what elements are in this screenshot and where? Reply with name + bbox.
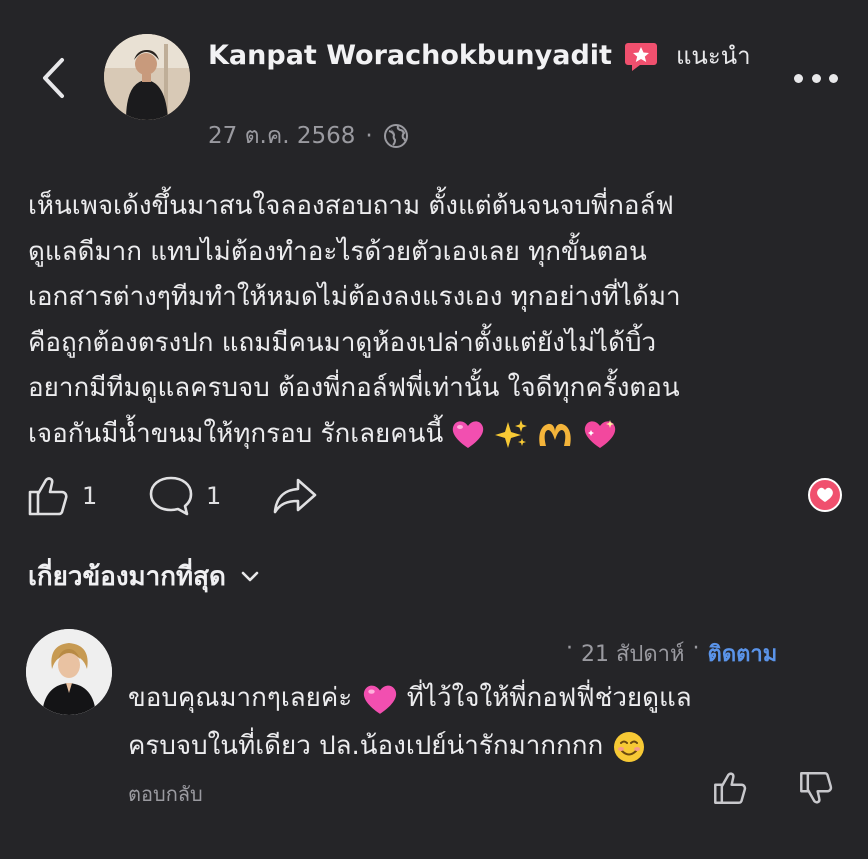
author-avatar[interactable] xyxy=(104,34,190,120)
post-line: เจอกันมีน้ำขนมให้ทุกรอบ รักเลยคนนี้ xyxy=(28,418,444,449)
post-meta: 27 ต.ค. 2568 · xyxy=(208,118,409,154)
pink-heart-icon xyxy=(363,685,396,714)
sparkling-heart-icon xyxy=(585,420,616,448)
share-icon xyxy=(273,478,317,514)
dot-icon xyxy=(794,73,803,83)
comment-meta-separator: · xyxy=(692,636,700,661)
comment-body: ขอบคุณมากๆเลยค่ะ ที่ไว้ใจให้พี่กอฟฟี่ช่ว… xyxy=(128,674,828,770)
chevron-down-icon xyxy=(241,571,259,581)
comment-icon xyxy=(149,476,193,516)
post-actions: 1 1 xyxy=(26,474,846,522)
comment-like-button[interactable] xyxy=(712,770,750,810)
reply-button[interactable]: ตอบกลับ xyxy=(128,778,203,810)
pink-heart-icon xyxy=(453,421,484,448)
thumbs-down-icon xyxy=(800,772,833,804)
like-count: 1 xyxy=(82,482,98,510)
commenter-avatar[interactable] xyxy=(26,629,112,715)
comment-count: 1 xyxy=(206,482,222,510)
post-line: อยากมีทีมดูแลครบจบ ต้องพี่กอล์ฟพี่เท่านั… xyxy=(28,373,680,403)
meta-separator: · xyxy=(365,123,373,149)
post-date[interactable]: 27 ต.ค. 2568 xyxy=(208,118,355,154)
globe-icon xyxy=(383,124,408,148)
comment-text: ขอบคุณมากๆเลยค่ะ xyxy=(128,683,353,713)
commenter-photo xyxy=(26,629,112,715)
thumbs-up-icon xyxy=(714,772,747,804)
chevron-left-icon xyxy=(43,58,64,98)
author-name[interactable]: Kanpat Worachokbunyadit xyxy=(208,40,612,71)
post-line: เห็นเพจเด้งขึ้นมาสนใจลองสอบถาม ตั้งแต่ต้… xyxy=(28,191,674,221)
star-recommend-icon xyxy=(624,42,657,71)
comment-line-2: ครบจบในที่เดียว ปล.น้องเปย์น่ารักมากกกก xyxy=(128,722,828,770)
comment-line-1: ขอบคุณมากๆเลยค่ะ ที่ไว้ใจให้พี่กอฟฟี่ช่ว… xyxy=(128,674,828,722)
post-line: ดูแลดีมาก แทบไม่ต้องทำอะไรด้วยตัวเองเลย … xyxy=(28,236,647,267)
share-button[interactable] xyxy=(272,474,318,518)
author-photo xyxy=(104,34,190,120)
post-line-last: เจอกันมีน้ำขนมให้ทุกรอบ รักเลยคนนี้ xyxy=(28,412,840,458)
comment-text: ครบจบในที่เดียว ปล.น้องเปย์น่ารักมากกกก xyxy=(128,731,604,761)
comment-button[interactable]: 1 xyxy=(148,474,221,518)
comment-meta-prefix: · xyxy=(566,636,573,661)
post-line: คือถูกต้องตรงปก แถมมีคนมาดูห้องเปล่าตั้ง… xyxy=(28,327,657,358)
follow-button[interactable]: ติดตาม xyxy=(708,636,778,671)
comment-text: ที่ไว้ใจให้พี่กอฟฟี่ช่วยดูแล xyxy=(406,683,692,713)
dot-icon xyxy=(811,73,821,83)
back-button[interactable] xyxy=(28,50,78,106)
like-button[interactable]: 1 xyxy=(26,474,97,518)
author-line: Kanpat Worachokbunyadit แนะนำ xyxy=(208,36,751,75)
smiling-face-icon xyxy=(613,731,644,762)
love-reaction-icon[interactable] xyxy=(808,478,842,512)
more-options-button[interactable] xyxy=(794,66,838,90)
heart-icon xyxy=(817,487,833,502)
post-body: เห็นเพจเด้งขึ้นมาสนใจลองสอบถาม ตั้งแต่ต้… xyxy=(28,184,840,457)
sparkles-icon xyxy=(494,420,527,448)
thumbs-up-icon xyxy=(28,477,68,516)
sort-label: เกี่ยวข้องมากที่สุด xyxy=(28,562,226,592)
comment-time: 21 สัปดาห์ xyxy=(581,642,685,667)
recommend-label: แนะนำ xyxy=(675,42,751,70)
comment-sort-dropdown[interactable]: เกี่ยวข้องมากที่สุด xyxy=(28,556,260,597)
post-line: เอกสารต่างๆทีมทำให้หมดไม่ต้องลงแรงเอง ทุ… xyxy=(28,282,681,312)
comment-dislike-button[interactable] xyxy=(798,770,836,810)
comment-meta: · 21 สัปดาห์ · ติดตาม xyxy=(566,636,777,671)
dot-icon xyxy=(829,73,838,83)
heart-hands-icon xyxy=(539,423,571,446)
